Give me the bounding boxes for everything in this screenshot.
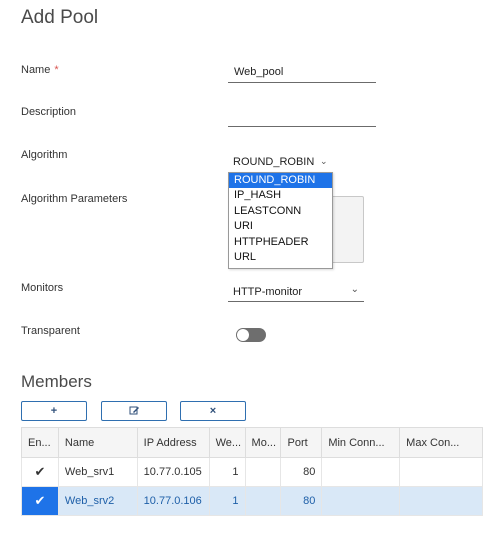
- member-name: Web_srv1: [57, 457, 138, 487]
- column-header-max-connections[interactable]: Max Con...: [399, 427, 483, 458]
- member-min-conn: [321, 457, 401, 487]
- algorithm-dropdown-list[interactable]: ROUND_ROBIN IP_HASH LEASTCONN URI HTTPHE…: [228, 172, 333, 269]
- description-label: Description: [21, 106, 77, 118]
- member-max-conn: [399, 457, 483, 487]
- algorithm-parameters-label: Algorithm Parameters: [21, 193, 128, 205]
- page-title: Add Pool: [21, 7, 99, 28]
- chevron-down-icon: ⌄: [320, 156, 328, 166]
- member-ip: 10.77.0.105: [136, 457, 210, 487]
- monitors-label: Monitors: [21, 282, 64, 294]
- member-ip: 10.77.0.106: [136, 486, 210, 516]
- edit-member-button[interactable]: [101, 401, 167, 421]
- algorithm-option-round-robin[interactable]: ROUND_ROBIN: [229, 173, 332, 189]
- member-port: 80: [280, 457, 323, 487]
- add-member-button[interactable]: +: [21, 401, 87, 421]
- algorithm-option-url[interactable]: URL: [229, 250, 332, 265]
- toggle-knob: [237, 329, 249, 341]
- members-title: Members: [21, 372, 92, 391]
- column-header-weight[interactable]: We...: [208, 427, 246, 458]
- required-mark: *: [54, 64, 59, 76]
- algorithm-option-ip-hash[interactable]: IP_HASH: [229, 188, 332, 203]
- algorithm-label: Algorithm: [21, 149, 68, 161]
- checkmark-icon[interactable]: ✔: [21, 486, 59, 516]
- edit-icon: [129, 406, 139, 415]
- algorithm-select-value: ROUND_ROBIN: [233, 156, 315, 168]
- algorithm-select[interactable]: ROUND_ROBIN ⌄: [228, 150, 348, 170]
- transparent-label: Transparent: [21, 325, 80, 337]
- algorithm-option-httpheader[interactable]: HTTPHEADER: [229, 235, 332, 250]
- description-field[interactable]: [228, 104, 376, 127]
- table-row[interactable]: ✔ Web_srv1 10.77.0.105 1 80: [21, 457, 483, 487]
- member-weight: 1: [208, 457, 246, 487]
- member-name: Web_srv2: [57, 486, 138, 516]
- delete-member-button[interactable]: ×: [180, 401, 246, 421]
- algorithm-option-leastconn[interactable]: LEASTCONN: [229, 204, 332, 219]
- chevron-down-icon: ⌄: [350, 284, 359, 295]
- column-header-min-connections[interactable]: Min Conn...: [321, 427, 401, 458]
- monitors-select-value: HTTP-monitor: [233, 286, 303, 298]
- monitors-select[interactable]: HTTP-monitor ⌄: [228, 280, 364, 302]
- name-label: Name *: [21, 64, 59, 76]
- name-field-value: Web_pool: [234, 66, 284, 78]
- table-row[interactable]: ✔ Web_srv2 10.77.0.106 1 80: [21, 486, 483, 516]
- member-port: 80: [280, 486, 323, 516]
- column-header-ip-address[interactable]: IP Address: [136, 427, 210, 458]
- member-max-conn: [399, 486, 483, 516]
- members-table: En... Name IP Address We... Mo... Port M…: [21, 427, 483, 516]
- member-min-conn: [321, 486, 401, 516]
- member-monitor-port: [244, 457, 282, 487]
- column-header-port[interactable]: Port: [280, 427, 323, 458]
- column-header-enabled[interactable]: En...: [21, 427, 59, 458]
- checkmark-icon[interactable]: ✔: [21, 457, 59, 487]
- table-header-row: En... Name IP Address We... Mo... Port M…: [21, 427, 483, 458]
- member-monitor-port: [244, 486, 282, 516]
- delete-icon: ×: [209, 405, 217, 417]
- column-header-monitor-port[interactable]: Mo...: [244, 427, 282, 458]
- transparent-toggle[interactable]: [236, 328, 266, 342]
- algorithm-option-uri[interactable]: URI: [229, 219, 332, 234]
- member-weight: 1: [208, 486, 246, 516]
- plus-icon: +: [50, 405, 58, 417]
- name-field[interactable]: Web_pool: [228, 60, 376, 83]
- column-header-name[interactable]: Name: [57, 427, 138, 458]
